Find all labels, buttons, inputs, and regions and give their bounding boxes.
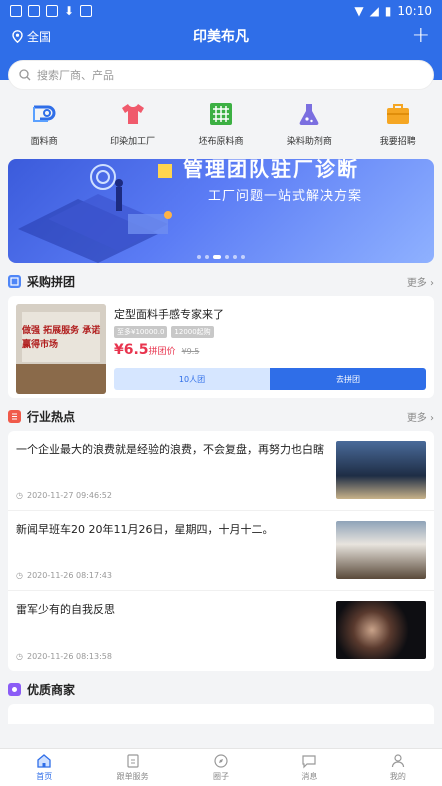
news-title: 新闻早班车20 20年11月26日，星期四，十月十二。 xyxy=(16,523,274,536)
notification-icon xyxy=(28,5,40,17)
promo-banner[interactable]: 管理团队驻厂诊断 工厂问题一站式解决方案 xyxy=(8,159,434,263)
section-title: 行业热点 xyxy=(27,410,76,424)
category-dye-auxiliary[interactable]: 染料助剂商 xyxy=(274,100,344,147)
merchants-header: 优质商家 xyxy=(0,671,442,704)
fabric-icon xyxy=(30,100,58,128)
signal-icon: ◢ xyxy=(369,4,379,18)
page-title: 印美布凡 xyxy=(193,29,249,45)
carousel-dot[interactable] xyxy=(241,255,245,259)
add-button[interactable]: + xyxy=(412,25,430,47)
image-slogan: 做强 拓展服务 承诺 赢得市场 xyxy=(22,326,101,350)
search-input[interactable]: 搜索厂商、产品 xyxy=(8,60,434,90)
section-title: 优质商家 xyxy=(27,683,76,697)
news-time: 2020-11-27 09:46:52 xyxy=(26,491,112,500)
carousel-dot[interactable] xyxy=(205,255,209,259)
chevron-right-icon: › xyxy=(430,278,434,289)
user-icon xyxy=(391,754,404,768)
tab-home[interactable]: 首页 xyxy=(0,749,88,786)
tab-order-service[interactable]: 跟单服务 xyxy=(88,749,176,786)
category-recruitment[interactable]: 我要招聘 xyxy=(363,100,433,147)
search-placeholder: 搜索厂商、产品 xyxy=(37,69,114,82)
category-greige-cloth[interactable]: 坯布原料商 xyxy=(186,100,256,147)
compass-icon xyxy=(214,754,228,768)
more-link[interactable]: 更多 › xyxy=(407,409,434,424)
group-price: ¥6.5拼团价 xyxy=(114,342,176,358)
group-buy-card[interactable]: 做强 拓展服务 承诺 赢得市场 定型面料手感专家来了 至多¥10000.0 12… xyxy=(8,296,434,398)
section-title: 采购拼团 xyxy=(27,275,76,289)
news-item[interactable]: 雷军少有的自我反思 ◷ 2020-11-26 08:13:58 xyxy=(8,591,434,671)
hot-news-icon xyxy=(8,410,21,423)
carousel-indicator xyxy=(8,255,434,259)
bottom-tab-bar: 首页 跟单服务 圈子 消息 我的 xyxy=(0,748,442,786)
merchant-list xyxy=(8,704,434,724)
original-price: ¥9.5 xyxy=(181,347,200,356)
product-image: 做强 拓展服务 承诺 赢得市场 xyxy=(16,304,106,394)
category-fabric[interactable]: 面料商 xyxy=(9,100,79,147)
news-thumbnail xyxy=(336,521,426,579)
group-buy-icon xyxy=(8,275,21,288)
clock-icon: ◷ xyxy=(16,652,23,661)
notification-icon xyxy=(10,5,22,17)
more-link[interactable]: 更多 › xyxy=(407,274,434,289)
category-nav: 面料商 印染加工厂 坯布原料商 染料助剂商 我要招聘 xyxy=(0,90,442,153)
carousel-dot[interactable] xyxy=(225,255,229,259)
location-selector[interactable]: 全国 xyxy=(12,28,51,45)
grid-cloth-icon xyxy=(207,100,235,128)
status-bar: ⬇ ▼ ◢ ▮ 10:10 xyxy=(0,0,442,22)
group-buy-header: 采购拼团 更多 › xyxy=(0,263,442,296)
briefcase-icon xyxy=(384,100,412,128)
news-item[interactable]: 一个企业最大的浪费就是经验的浪费，不会复盘，再努力也白瞎 ◷ 2020-11-27… xyxy=(8,431,434,511)
clock-time: 10:10 xyxy=(397,4,432,18)
carousel-dot-active[interactable] xyxy=(213,255,221,259)
search-icon xyxy=(19,69,31,81)
news-thumbnail xyxy=(336,601,426,659)
banner-subtitle: 工厂问题一站式解决方案 xyxy=(208,189,363,204)
download-icon: ⬇ xyxy=(64,4,75,18)
clock-icon: ◷ xyxy=(16,491,23,500)
category-dyeing-factory[interactable]: 印染加工厂 xyxy=(98,100,168,147)
shirt-icon xyxy=(119,100,147,128)
tab-profile[interactable]: 我的 xyxy=(354,749,442,786)
banner-title: 管理团队驻厂诊断 xyxy=(183,159,359,181)
news-title: 雷军少有的自我反思 xyxy=(16,603,115,616)
carousel-dot[interactable] xyxy=(233,255,237,259)
carousel-dot[interactable] xyxy=(197,255,201,259)
product-name: 定型面料手感专家来了 xyxy=(114,308,224,321)
notification-icon xyxy=(80,5,93,17)
wifi-icon: ▼ xyxy=(354,4,364,18)
tab-messages[interactable]: 消息 xyxy=(265,749,353,786)
banner-illustration xyxy=(18,164,172,263)
flask-icon xyxy=(295,100,323,128)
news-item[interactable]: 新闻早班车20 20年11月26日，星期四，十月十二。 ◷ 2020-11-26 … xyxy=(8,511,434,591)
group-size-label: 10人团 xyxy=(114,368,270,390)
tab-circle[interactable]: 圈子 xyxy=(177,749,265,786)
app-header: 全国 印美布凡 + xyxy=(0,22,442,50)
clipboard-icon xyxy=(127,754,139,768)
notification-icon xyxy=(46,5,58,17)
home-icon xyxy=(37,754,51,768)
location-pin-icon xyxy=(12,29,23,43)
news-thumbnail xyxy=(336,441,426,499)
news-header: 行业热点 更多 › xyxy=(0,398,442,431)
tag: 至多¥10000.0 xyxy=(114,326,168,338)
location-label: 全国 xyxy=(27,29,52,44)
message-icon xyxy=(302,755,317,769)
news-time: 2020-11-26 08:13:58 xyxy=(26,652,112,661)
news-title: 一个企业最大的浪费就是经验的浪费，不会复盘，再努力也白瞎 xyxy=(16,443,324,456)
clock-icon: ◷ xyxy=(16,571,23,580)
news-list: 一个企业最大的浪费就是经验的浪费，不会复盘，再努力也白瞎 ◷ 2020-11-27… xyxy=(8,431,434,671)
merchant-icon xyxy=(8,683,21,696)
join-group-button[interactable]: 去拼团 xyxy=(270,368,426,390)
battery-icon: ▮ xyxy=(384,4,392,18)
news-time: 2020-11-26 08:17:43 xyxy=(26,571,112,580)
tag: 12000起购 xyxy=(171,326,214,338)
chevron-right-icon: › xyxy=(430,413,434,424)
